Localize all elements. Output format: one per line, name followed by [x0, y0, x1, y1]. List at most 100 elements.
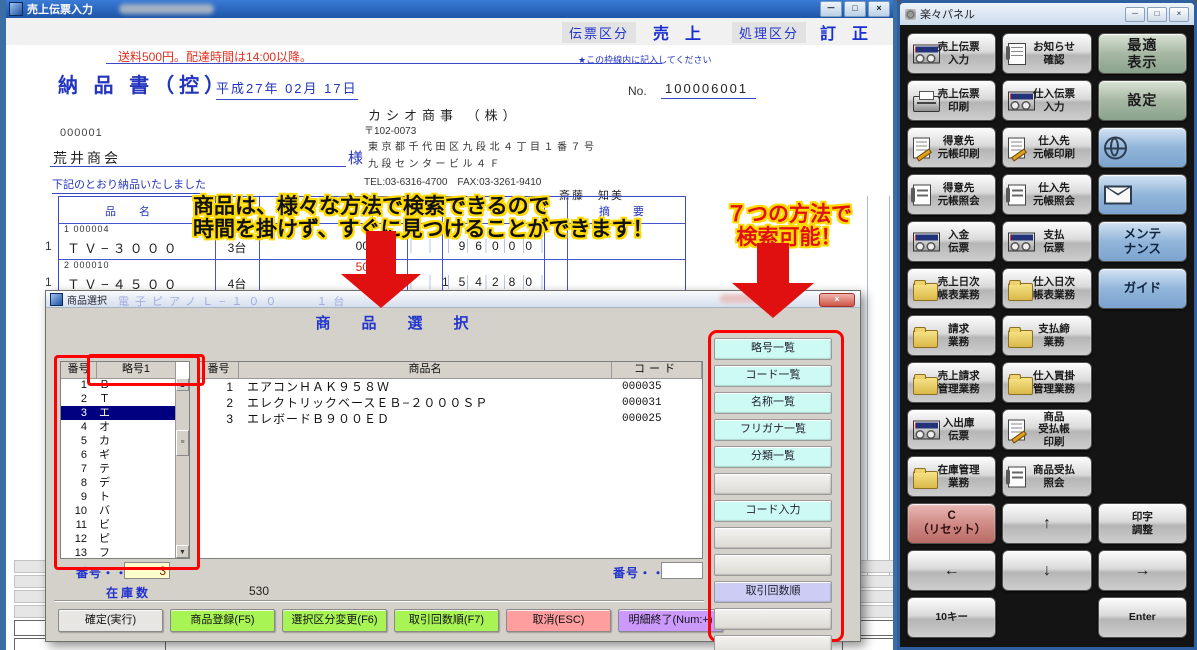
- panel-button[interactable]: 印字 調整: [1098, 503, 1187, 544]
- product-row[interactable]: 3 エレボードＢ９００ＥＤ 000025: [199, 411, 702, 427]
- search-button[interactable]: 略号一覧: [714, 338, 832, 360]
- product-col-name[interactable]: 商品名: [239, 362, 612, 378]
- abbr-no-input[interactable]: 3: [124, 562, 170, 579]
- footer-button[interactable]: 確定(実行): [58, 609, 163, 632]
- product-col-code[interactable]: コード: [612, 362, 702, 378]
- panel-button[interactable]: 売上請求 管理業務: [907, 362, 996, 403]
- search-button[interactable]: [714, 635, 832, 650]
- panel-button[interactable]: 10キー: [907, 597, 996, 638]
- frame-note: ★この枠線内に記入してください: [578, 53, 712, 66]
- panel-button[interactable]: お知らせ 確認: [1002, 33, 1091, 74]
- panel-minimize-button[interactable]: －: [1125, 7, 1145, 22]
- globe-icon: [1104, 136, 1127, 159]
- abbr-row[interactable]: 11 ビ: [61, 518, 176, 532]
- doc-date: 平成27年 02月 17日: [216, 78, 358, 100]
- panel-button[interactable]: 売上日次 帳表業務: [907, 268, 996, 309]
- search-button[interactable]: コード一覧: [714, 365, 832, 387]
- scroll-thumb[interactable]: ≡: [176, 430, 189, 456]
- panel-button[interactable]: 売上伝票 印刷: [907, 80, 996, 121]
- panel-button[interactable]: 支払締 業務: [1002, 315, 1091, 356]
- search-button[interactable]: 分類一覧: [714, 446, 832, 468]
- panel-button[interactable]: 仕入伝票 入力: [1002, 80, 1091, 121]
- panel-button[interactable]: 商品受払 照会: [1002, 456, 1091, 497]
- row-code: 1 000004: [64, 224, 110, 234]
- panel-button[interactable]: ←: [907, 550, 996, 591]
- panel-titlebar[interactable]: 楽々パネル － □ ×: [900, 3, 1194, 25]
- product-row[interactable]: 2 エレクトリックベースＥＢ−２０００ＳＰ 000031: [199, 395, 702, 411]
- panel-button[interactable]: 請求 業務: [907, 315, 996, 356]
- abbr-row[interactable]: 2 Ｔ: [61, 392, 176, 406]
- footer-button[interactable]: 取引回数順(F7): [394, 609, 499, 632]
- customer-code: 000001: [60, 127, 103, 139]
- abbr-row[interactable]: 9 ト: [61, 490, 176, 504]
- abbr-row[interactable]: 1 Ｂ: [61, 378, 176, 392]
- row-qty: 3台: [215, 239, 259, 256]
- panel-button[interactable]: 得意先 元帳照会: [907, 174, 996, 215]
- panel-button[interactable]: Enter: [1098, 597, 1187, 638]
- product-col-no[interactable]: 番号: [199, 362, 239, 378]
- panel-button[interactable]: 入出庫 伝票: [907, 409, 996, 450]
- abbr-scrollbar[interactable]: ▲ ≡ ▼: [175, 378, 189, 558]
- abbr-row[interactable]: 13 フ: [61, 546, 176, 558]
- doc-title: 納 品 書（控）: [58, 69, 229, 98]
- footer-button[interactable]: 選択区分変更(F6): [282, 609, 387, 632]
- panel-button[interactable]: 在庫管理 業務: [907, 456, 996, 497]
- abbr-row[interactable]: 12 ピ: [61, 532, 176, 546]
- abbr-row[interactable]: 6 ギ: [61, 448, 176, 462]
- slip-type-label: 伝票区分: [562, 22, 636, 43]
- honorific: 様: [348, 147, 363, 168]
- abbr-col-abbr[interactable]: 略号1: [97, 362, 176, 378]
- seven-ways-callout: ７つの方法で 検索可能！: [703, 203, 875, 249]
- panel-button[interactable]: [1098, 127, 1187, 168]
- product-rows: 1 エアコンＨＡＫ９５８Ｗ 000035 2 エレクトリックベースＥＢ−２０００…: [199, 379, 702, 427]
- panel-button[interactable]: 商品 受払帳 印刷: [1002, 409, 1091, 450]
- search-intro-callout: 商品は、様々な方法で検索できるので 時間を掛けず、すぐに見つけることができます！: [193, 195, 654, 241]
- abbr-col-no[interactable]: 番号: [61, 362, 97, 378]
- panel-close-button[interactable]: ×: [1169, 7, 1189, 22]
- search-button[interactable]: [714, 554, 832, 576]
- sales-slip-titlebar[interactable]: 売上伝票入力 － □ ×: [6, 0, 893, 18]
- panel-button[interactable]: メンテ ナンス: [1098, 221, 1187, 262]
- panel-button[interactable]: 仕入買掛 管理業務: [1002, 362, 1091, 403]
- search-button[interactable]: [714, 473, 832, 495]
- panel-button[interactable]: 設定: [1098, 80, 1187, 121]
- panel-button[interactable]: C （リセット）: [907, 503, 996, 544]
- scroll-up-icon[interactable]: ▲: [176, 378, 189, 391]
- search-button[interactable]: [714, 527, 832, 549]
- product-row[interactable]: 1 エアコンＨＡＫ９５８Ｗ 000035: [199, 379, 702, 395]
- abbr-row[interactable]: 8 デ: [61, 476, 176, 490]
- search-button[interactable]: コード入力: [714, 500, 832, 522]
- footer-button[interactable]: 商品登録(F5): [170, 609, 275, 632]
- search-button[interactable]: 名称一覧: [714, 392, 832, 414]
- abbr-row[interactable]: 10 バ: [61, 504, 176, 518]
- panel-button[interactable]: 売上伝票 入力: [907, 33, 996, 74]
- abbr-row[interactable]: 7 テ: [61, 462, 176, 476]
- abbr-row[interactable]: 5 カ: [61, 434, 176, 448]
- panel-button[interactable]: 仕入日次 帳表業務: [1002, 268, 1091, 309]
- scroll-down-icon[interactable]: ▼: [176, 545, 189, 558]
- panel-button[interactable]: 仕入先 元帳照会: [1002, 174, 1091, 215]
- abbr-row[interactable]: 4 オ: [61, 420, 176, 434]
- panel-maximize-button[interactable]: □: [1147, 7, 1167, 22]
- minimize-button[interactable]: －: [820, 1, 842, 17]
- panel-button[interactable]: ↓: [1002, 550, 1091, 591]
- search-button[interactable]: [714, 608, 832, 630]
- abbr-row[interactable]: 3 エ: [61, 406, 176, 420]
- panel-button[interactable]: ガイド: [1098, 268, 1187, 309]
- panel-button[interactable]: →: [1098, 550, 1187, 591]
- panel-button[interactable]: [1098, 174, 1187, 215]
- panel-button[interactable]: 仕入先 元帳印刷: [1002, 127, 1091, 168]
- close-button[interactable]: ×: [868, 1, 890, 17]
- panel-button[interactable]: 得意先 元帳印刷: [907, 127, 996, 168]
- dialog-close-button[interactable]: ×: [819, 293, 855, 307]
- panel-button[interactable]: 支払 伝票: [1002, 221, 1091, 262]
- panel-button[interactable]: 最適 表示: [1098, 33, 1187, 74]
- panel-button[interactable]: ↑: [1002, 503, 1091, 544]
- search-button[interactable]: 取引回数順: [714, 581, 832, 603]
- footer-button[interactable]: 明細終了(Num:+): [618, 609, 723, 632]
- maximize-button[interactable]: □: [844, 1, 866, 17]
- product-no-input[interactable]: [661, 562, 703, 579]
- footer-button[interactable]: 取消(ESC): [506, 609, 611, 632]
- search-button[interactable]: フリガナ一覧: [714, 419, 832, 441]
- panel-button[interactable]: 入金 伝票: [907, 221, 996, 262]
